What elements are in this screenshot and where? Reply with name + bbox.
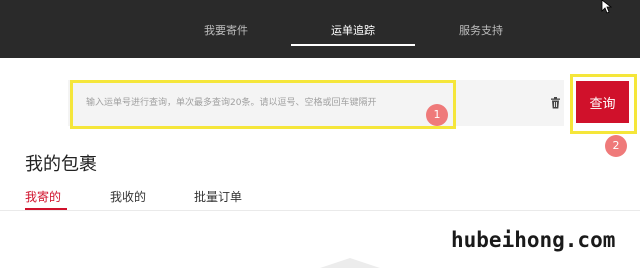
trash-icon[interactable]: [550, 97, 561, 109]
divider: [0, 210, 640, 211]
active-tab-underline: [291, 44, 415, 46]
annotation-badge-2: 2: [605, 135, 627, 157]
tab-send-package[interactable]: 我要寄件: [204, 22, 248, 38]
tab-service-support[interactable]: 服务支持: [459, 22, 503, 38]
empty-state-illustration: [320, 258, 380, 268]
tab-batch-orders[interactable]: 批量订单: [194, 188, 242, 205]
mouse-cursor-icon: [601, 0, 613, 14]
page-title: 我的包裹: [25, 154, 97, 175]
watermark: hubeihong.com: [451, 228, 616, 252]
annotation-badge-1: 1: [426, 104, 448, 126]
annotation-highlight-2: [570, 74, 637, 134]
top-nav-bar: 我要寄件 运单追踪 服务支持: [0, 0, 640, 58]
tab-my-sent[interactable]: 我寄的: [25, 188, 61, 205]
annotation-highlight-1: [70, 80, 456, 129]
tab-tracking[interactable]: 运单追踪: [331, 22, 375, 38]
tab-my-received[interactable]: 我收的: [110, 188, 146, 205]
